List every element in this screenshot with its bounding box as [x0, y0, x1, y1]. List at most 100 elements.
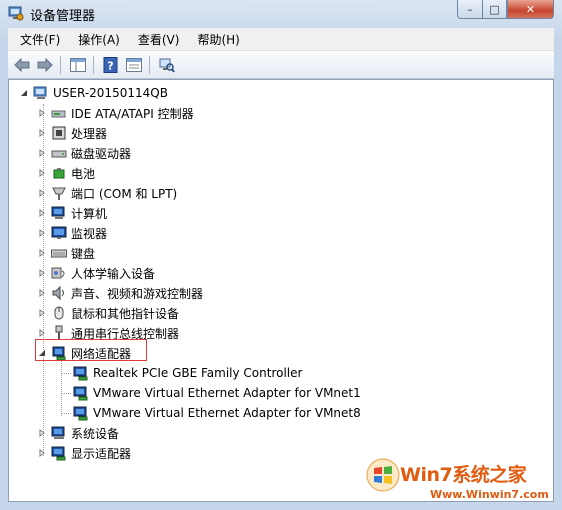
port-icon [51, 185, 67, 201]
tree-item-ide[interactable]: IDE ATA/ATAPI 控制器 [37, 103, 194, 123]
menu-help[interactable]: 帮助(H) [185, 31, 245, 48]
battery-icon [51, 165, 67, 181]
tree-item-label: 人体学输入设备 [71, 266, 156, 281]
tree-connector [61, 413, 71, 414]
tree-item-label: 键盘 [71, 246, 96, 261]
tree-root-label: USER-20150114QB [53, 86, 168, 100]
back-arrow-icon [14, 57, 30, 72]
expand-arrow-icon[interactable] [37, 189, 46, 198]
svg-text:?: ? [107, 59, 113, 72]
network-card-icon [73, 405, 89, 421]
tree-item-label: 计算机 [71, 206, 108, 221]
network-card-icon [73, 365, 89, 381]
tree-root[interactable]: USER-20150114QB [19, 83, 168, 103]
toolbar-separator [93, 55, 94, 74]
processor-icon [51, 125, 67, 141]
tree-subitem-label: VMware Virtual Ethernet Adapter for VMne… [93, 386, 361, 400]
monitor-icon [51, 225, 67, 241]
disk-drive-icon [51, 145, 67, 161]
menu-file[interactable]: 文件(F) [8, 31, 66, 48]
collapse-arrow-icon[interactable] [19, 89, 28, 98]
tree-item-label: IDE ATA/ATAPI 控制器 [71, 106, 194, 121]
expand-arrow-icon[interactable] [37, 249, 46, 258]
tree-subitem-vmnet8[interactable]: VMware Virtual Ethernet Adapter for VMne… [73, 403, 361, 423]
expand-arrow-icon[interactable] [37, 129, 46, 138]
tree-item-label: 处理器 [71, 126, 108, 141]
show-hide-console-tree-button[interactable] [69, 56, 87, 74]
tree-item-display-adapters[interactable]: 显示适配器 [37, 443, 131, 463]
tree-item-label: 声音、视频和游戏控制器 [71, 286, 204, 301]
tree-item-system-devices[interactable]: 系统设备 [37, 423, 119, 443]
minimize-button[interactable]: – [457, 0, 483, 19]
tree-item-label: 电池 [71, 166, 96, 181]
tree-subitem-realtek[interactable]: Realtek PCIe GBE Family Controller [73, 363, 302, 383]
tree-item-monitors[interactable]: 监视器 [37, 223, 107, 243]
tree-item-label: 显示适配器 [71, 446, 132, 461]
tree-item-processor[interactable]: 处理器 [37, 123, 107, 143]
tree-item-disk-drives[interactable]: 磁盘驱动器 [37, 143, 131, 163]
expand-arrow-icon[interactable] [37, 449, 46, 458]
back-button[interactable] [13, 56, 31, 74]
hid-icon [51, 265, 67, 281]
expand-arrow-icon[interactable] [37, 229, 46, 238]
properties-icon [126, 57, 142, 72]
expand-arrow-icon[interactable] [37, 109, 46, 118]
window-title: 设备管理器 [30, 9, 96, 24]
network-adapters-highlight-box [35, 339, 147, 361]
tree-item-mice[interactable]: 鼠标和其他指针设备 [37, 303, 179, 323]
speaker-icon [51, 285, 67, 301]
tree-item-label: 鼠标和其他指针设备 [71, 306, 180, 321]
help-icon: ? [103, 56, 118, 73]
tree-item-keyboards[interactable]: 键盘 [37, 243, 95, 263]
expand-arrow-icon[interactable] [37, 209, 46, 218]
tree-item-label: 监视器 [71, 226, 108, 241]
properties-button[interactable] [125, 56, 143, 74]
tree-item-label: 磁盘驱动器 [71, 146, 132, 161]
expand-arrow-icon[interactable] [37, 169, 46, 178]
expand-arrow-icon[interactable] [37, 429, 46, 438]
toolbar-separator [60, 55, 61, 74]
device-manager-icon [8, 6, 24, 21]
expand-arrow-icon[interactable] [37, 329, 46, 338]
ide-controller-icon [51, 105, 67, 121]
expand-arrow-icon[interactable] [37, 289, 46, 298]
expand-arrow-icon[interactable] [37, 149, 46, 158]
scan-hardware-button[interactable] [158, 56, 176, 74]
expand-arrow-icon[interactable] [37, 269, 46, 278]
computer-icon [51, 205, 67, 221]
maximize-button[interactable]: □ [482, 0, 507, 19]
scan-hardware-icon [159, 58, 175, 73]
device-manager-window: 设备管理器 – □ ✕ 文件(F) 操作(A) 查看(V) 帮助(H) ? US… [0, 0, 562, 510]
tree-subitem-label: Realtek PCIe GBE Family Controller [93, 366, 303, 380]
tree-item-label: 端口 (COM 和 LPT) [71, 186, 178, 201]
tree-subitem-label: VMware Virtual Ethernet Adapter for VMne… [93, 406, 361, 420]
tree-connector [61, 393, 71, 394]
toolbar: ? [8, 51, 554, 79]
mouse-icon [51, 305, 67, 321]
watermark-title: Win7系统之家 [400, 464, 527, 486]
tree-item-label: 系统设备 [71, 426, 120, 441]
win7-logo-icon [366, 458, 400, 492]
tree-subitem-vmnet1[interactable]: VMware Virtual Ethernet Adapter for VMne… [73, 383, 361, 403]
tree-item-ports[interactable]: 端口 (COM 和 LPT) [37, 183, 177, 203]
close-button[interactable]: ✕ [507, 0, 554, 19]
toolbar-separator [149, 55, 150, 74]
console-tree-icon [70, 57, 86, 72]
menu-view[interactable]: 查看(V) [126, 31, 186, 48]
tree-item-battery[interactable]: 电池 [37, 163, 95, 183]
tree-item-sound[interactable]: 声音、视频和游戏控制器 [37, 283, 203, 303]
help-button[interactable]: ? [102, 56, 120, 74]
title-bar[interactable]: 设备管理器 – □ ✕ [0, 0, 562, 28]
expand-arrow-icon[interactable] [37, 309, 46, 318]
tree-item-computer[interactable]: 计算机 [37, 203, 107, 223]
tree-connector [61, 360, 62, 416]
forward-arrow-icon [37, 57, 53, 72]
device-tree[interactable]: USER-20150114QB IDE ATA/ATAPI 控制器 处理器 磁盘… [8, 79, 554, 502]
tree-connector [61, 373, 71, 374]
system-device-icon [51, 425, 67, 441]
network-card-icon [73, 385, 89, 401]
menu-action[interactable]: 操作(A) [66, 31, 126, 48]
watermark-url: Www.Winwin7.com [430, 488, 549, 501]
tree-item-hid[interactable]: 人体学输入设备 [37, 263, 155, 283]
forward-button[interactable] [36, 56, 54, 74]
